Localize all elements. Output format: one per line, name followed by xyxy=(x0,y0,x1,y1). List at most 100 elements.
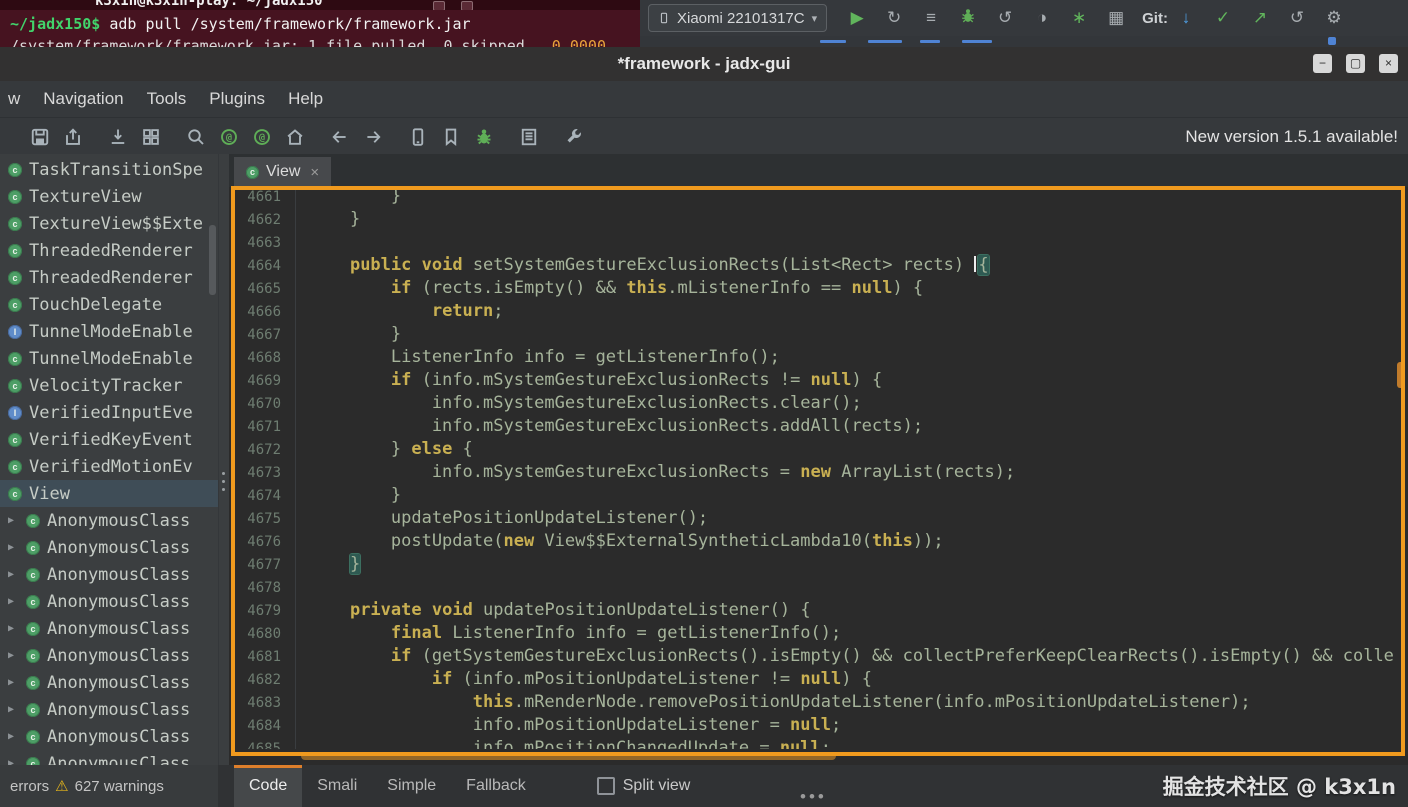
export-icon[interactable] xyxy=(63,127,83,147)
horizontal-scrollbar-thumb[interactable] xyxy=(301,752,836,760)
tree-item[interactable]: c VerifiedMotionEv xyxy=(0,453,218,480)
code-line[interactable]: 4671 info.mSystemGestureExclusionRects.a… xyxy=(229,415,1408,438)
sync-icon[interactable] xyxy=(108,127,128,147)
search-class-icon[interactable]: @ xyxy=(219,127,239,147)
expand-arrow-icon[interactable]: ▶ xyxy=(8,542,26,553)
panel-splitter[interactable] xyxy=(218,154,229,765)
play-icon[interactable]: ▶ xyxy=(847,8,867,28)
menu-plugins[interactable]: Plugins xyxy=(209,89,265,109)
code-line[interactable]: 4664 public void setSystemGestureExclusi… xyxy=(229,254,1408,277)
tree-item[interactable]: c VerifiedKeyEvent xyxy=(0,426,218,453)
tree-item[interactable]: ▶ c AnonymousClass xyxy=(0,696,218,723)
expand-arrow-icon[interactable]: ▶ xyxy=(8,731,26,742)
expand-arrow-icon[interactable]: ▶ xyxy=(8,623,26,634)
rerun-icon[interactable]: ↻ xyxy=(884,8,904,28)
forward-icon[interactable] xyxy=(363,127,383,147)
tree-item[interactable]: c TextureView xyxy=(0,183,218,210)
terminal-window-button[interactable] xyxy=(461,1,473,10)
save-icon[interactable] xyxy=(30,127,50,147)
code-line[interactable]: 4679 private void updatePositionUpdateLi… xyxy=(229,599,1408,622)
expand-arrow-icon[interactable]: ▶ xyxy=(8,704,26,715)
search-comment-icon[interactable]: @ xyxy=(252,127,272,147)
expand-arrow-icon[interactable]: ▶ xyxy=(8,758,26,765)
code-line[interactable]: 4680 final ListenerInfo info = getListen… xyxy=(229,622,1408,645)
packages-icon[interactable] xyxy=(141,127,161,147)
code-line[interactable]: 4666 return; xyxy=(229,300,1408,323)
tree-item[interactable]: ▶ c AnonymousClass xyxy=(0,723,218,750)
tree-item[interactable]: ▶ c AnonymousClass xyxy=(0,615,218,642)
preferences-icon[interactable] xyxy=(564,127,584,147)
tree-item[interactable]: c ThreadedRenderer xyxy=(0,237,218,264)
code-line[interactable]: 4682 if (info.mPositionUpdateListener !=… xyxy=(229,668,1408,691)
minimize-button[interactable]: − xyxy=(1313,54,1332,73)
tree-item[interactable]: ▶ c AnonymousClass xyxy=(0,561,218,588)
expand-arrow-icon[interactable]: ▶ xyxy=(8,650,26,661)
dock-handle-dots[interactable]: ••• xyxy=(800,787,827,807)
tree-item[interactable]: c TunnelModeEnable xyxy=(0,345,218,372)
git-push-icon[interactable]: ↗ xyxy=(1250,8,1270,28)
git-update-icon[interactable]: ↓ xyxy=(1176,8,1196,28)
tree-item[interactable]: c TaskTransitionSpe xyxy=(0,156,218,183)
build-list-icon[interactable]: ≡ xyxy=(921,8,941,28)
debug-icon[interactable] xyxy=(958,7,978,30)
profiler-icon[interactable]: ◑ xyxy=(1032,8,1052,28)
expand-arrow-icon[interactable]: ▶ xyxy=(8,515,26,526)
adb-debug-icon[interactable] xyxy=(408,127,428,147)
sync-icon[interactable]: ↺ xyxy=(995,8,1015,28)
tree-item[interactable]: ▶ c AnonymousClass xyxy=(0,669,218,696)
tree-item[interactable]: c TextureView$$Exte xyxy=(0,210,218,237)
tree-item[interactable]: c View xyxy=(0,480,218,507)
menu-help[interactable]: Help xyxy=(288,89,323,109)
code-line[interactable]: 4661 } xyxy=(229,187,1408,208)
menu-tools[interactable]: Tools xyxy=(147,89,187,109)
expand-arrow-icon[interactable]: ▶ xyxy=(8,569,26,580)
code-line[interactable]: 4669 if (info.mSystemGestureExclusionRec… xyxy=(229,369,1408,392)
deobfuscation-icon[interactable] xyxy=(474,127,494,147)
terminal-window-button[interactable] xyxy=(433,1,445,10)
log-viewer-icon[interactable] xyxy=(519,127,539,147)
terminal-body[interactable]: ~/jadx150$ adb pull /system/framework/fr… xyxy=(0,10,640,47)
code-line[interactable]: 4663 xyxy=(229,231,1408,254)
expand-arrow-icon[interactable]: ▶ xyxy=(8,596,26,607)
tree-item[interactable]: c VelocityTracker xyxy=(0,372,218,399)
main-activity-icon[interactable] xyxy=(285,127,305,147)
search-text-icon[interactable] xyxy=(186,127,206,147)
code-line[interactable]: 4675 updatePositionUpdateListener(); xyxy=(229,507,1408,530)
close-button[interactable]: × xyxy=(1379,54,1398,73)
tree-item[interactable]: ▶ c AnonymousClass xyxy=(0,507,218,534)
tab-close-icon[interactable]: × xyxy=(310,164,319,181)
editor-tab-view[interactable]: c View × xyxy=(234,157,332,187)
tree-item[interactable]: ▶ c AnonymousClass xyxy=(0,534,218,561)
code-line[interactable]: 4672 } else { xyxy=(229,438,1408,461)
title-bar[interactable]: *framework - jadx-gui − ▢ × xyxy=(0,47,1408,81)
code-line[interactable]: 4681 if (getSystemGestureExclusionRects(… xyxy=(229,645,1408,668)
code-line[interactable]: 4668 ListenerInfo info = getListenerInfo… xyxy=(229,346,1408,369)
tree-item[interactable]: c TouchDelegate xyxy=(0,291,218,318)
maximize-button[interactable]: ▢ xyxy=(1346,54,1365,73)
split-view-toggle[interactable]: Split view xyxy=(596,765,690,807)
vertical-scrollbar-thumb[interactable] xyxy=(1397,362,1405,388)
code-line[interactable]: 4684 info.mPositionUpdateListener = null… xyxy=(229,714,1408,737)
vertical-scrollbar[interactable] xyxy=(1394,187,1408,765)
tree-item[interactable]: ▶ c AnonymousClass xyxy=(0,642,218,669)
tree-item[interactable]: ▶ c AnonymousClass xyxy=(0,750,218,765)
code-line[interactable]: 4670 info.mSystemGestureExclusionRects.c… xyxy=(229,392,1408,415)
code-line[interactable]: 4673 info.mSystemGestureExclusionRects =… xyxy=(229,461,1408,484)
menu-navigation[interactable]: Navigation xyxy=(43,89,123,109)
update-notice-link[interactable]: New version 1.5.1 available! xyxy=(1185,127,1398,147)
code-line[interactable]: 4662 } xyxy=(229,208,1408,231)
code-line[interactable]: 4677 } xyxy=(229,553,1408,576)
tree-item[interactable]: I VerifiedInputEve xyxy=(0,399,218,426)
menu-w[interactable]: w xyxy=(8,89,20,109)
code-line[interactable]: 4678 xyxy=(229,576,1408,599)
code-line[interactable]: 4667 } xyxy=(229,323,1408,346)
code-line[interactable]: 4683 this.mRenderNode.removePositionUpda… xyxy=(229,691,1408,714)
view-tab-simple[interactable]: Simple xyxy=(372,765,451,807)
code-line[interactable]: 4665 if (rects.isEmpty() && this.mListen… xyxy=(229,277,1408,300)
view-tab-code[interactable]: Code xyxy=(234,765,303,807)
git-history-icon[interactable]: ↺ xyxy=(1287,8,1307,28)
ide-settings-icon[interactable]: ⚙ xyxy=(1324,8,1344,28)
code-line[interactable]: 4676 postUpdate(new View$$ExternalSynthe… xyxy=(229,530,1408,553)
layout-inspector-icon[interactable]: ▦ xyxy=(1106,8,1126,28)
split-view-checkbox[interactable] xyxy=(596,777,615,795)
